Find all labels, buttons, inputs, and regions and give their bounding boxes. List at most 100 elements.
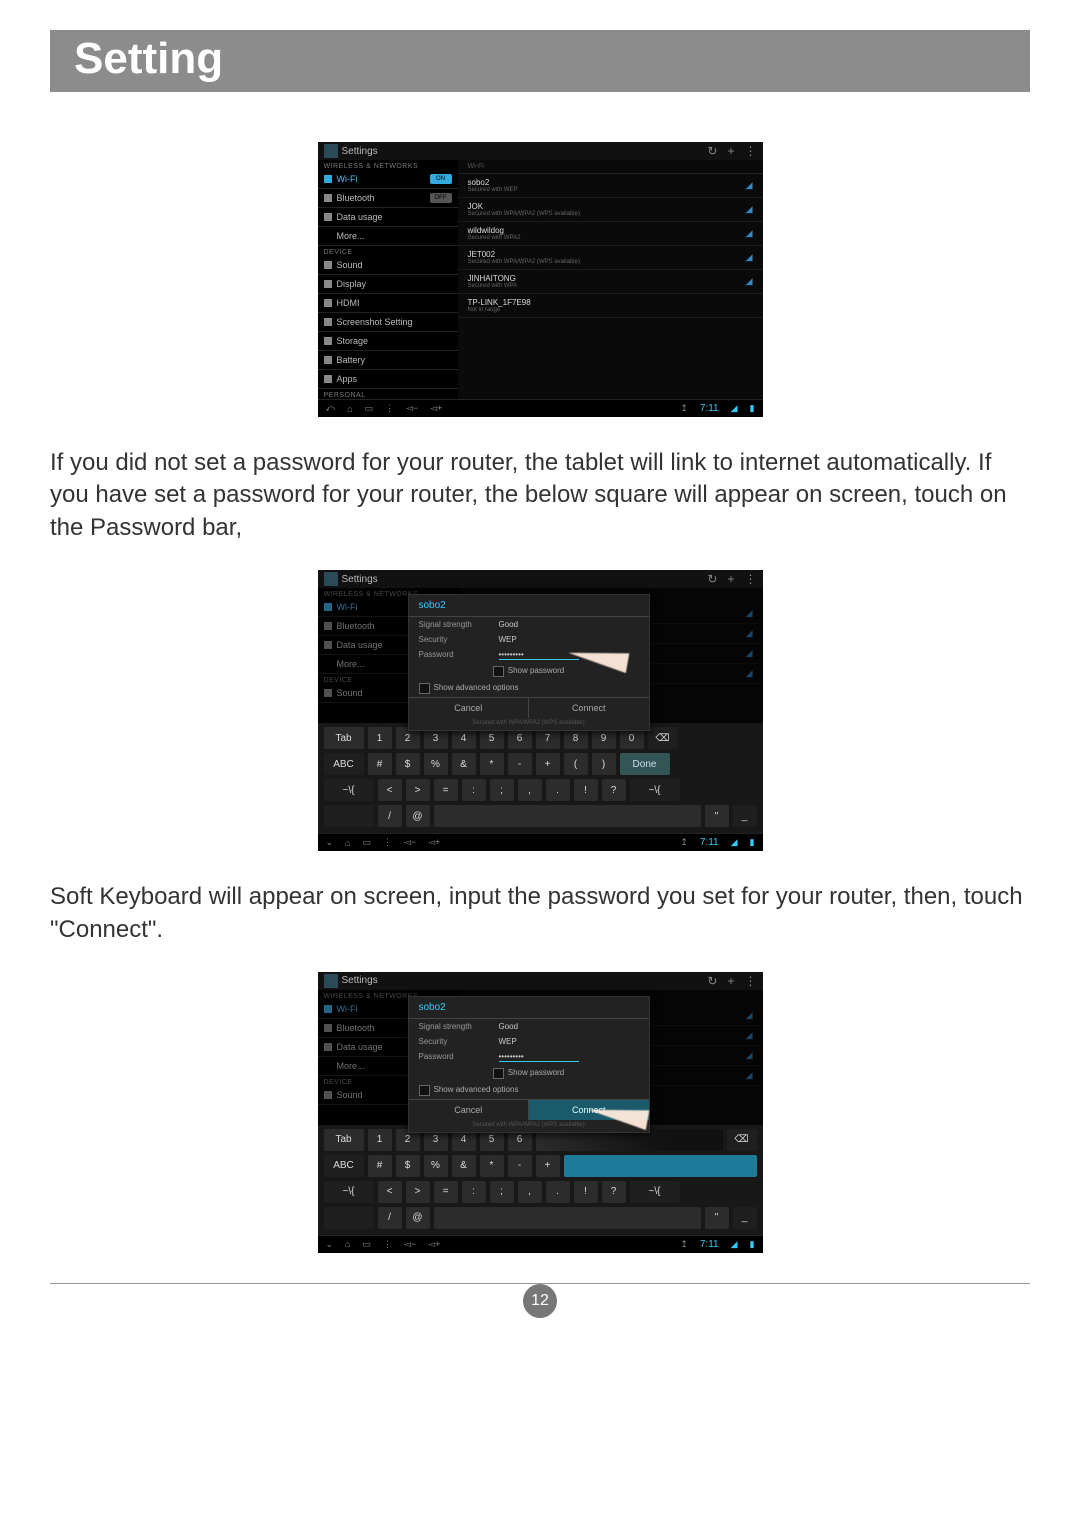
key[interactable]: ) <box>592 753 616 775</box>
key[interactable]: . <box>546 779 570 801</box>
sidebar-item-display[interactable]: Display <box>318 275 458 294</box>
wifi-network-row[interactable]: JOKSecured with WPA/WPA2 (WPS available)… <box>458 198 763 222</box>
key[interactable]: ? <box>602 1181 626 1203</box>
volume-up-icon[interactable]: ◅+ <box>430 403 442 414</box>
wifi-network-row[interactable]: TP-LINK_1F7E98Not in range <box>458 294 763 318</box>
show-advanced-checkbox[interactable] <box>419 1085 430 1096</box>
overflow-menu-icon[interactable]: ⋮ <box>745 974 757 988</box>
key[interactable]: ? <box>602 779 626 801</box>
key[interactable]: / <box>378 1207 402 1229</box>
show-password-checkbox[interactable] <box>493 666 504 677</box>
key-sym[interactable]: ~\{ <box>324 779 374 801</box>
key-abc[interactable]: ABC <box>324 753 364 775</box>
key-sym[interactable]: ~\{ <box>324 1181 374 1203</box>
key[interactable]: : <box>462 779 486 801</box>
sidebar-item-more[interactable]: More... <box>318 227 458 246</box>
key[interactable]: # <box>368 1155 392 1177</box>
connect-button[interactable]: Connect <box>528 698 649 718</box>
recent-apps-icon[interactable]: ▭ <box>365 403 374 414</box>
key[interactable]: $ <box>396 753 420 775</box>
key[interactable]: + <box>536 1155 560 1177</box>
cancel-button[interactable]: Cancel <box>409 698 529 718</box>
key[interactable]: . <box>546 1181 570 1203</box>
key[interactable]: * <box>480 1155 504 1177</box>
refresh-icon[interactable]: ↻ <box>707 974 717 988</box>
volume-up-icon[interactable]: ◅+ <box>428 1239 440 1250</box>
recent-apps-icon[interactable]: ▭ <box>362 837 371 848</box>
key[interactable]: % <box>424 753 448 775</box>
show-password-checkbox[interactable] <box>493 1068 504 1079</box>
sidebar-item-data-usage[interactable]: Data usage <box>318 208 458 227</box>
back-icon[interactable]: ⤺ <box>326 403 336 414</box>
key-long[interactable] <box>564 1155 757 1177</box>
key[interactable]: @ <box>406 805 430 827</box>
key[interactable]: < <box>378 1181 402 1203</box>
key[interactable]: : <box>462 1181 486 1203</box>
key[interactable]: " <box>705 805 729 827</box>
key[interactable]: = <box>434 779 458 801</box>
sidebar-item-sound[interactable]: Sound <box>318 256 458 275</box>
key-backspace[interactable]: ⌫ <box>727 1129 757 1151</box>
refresh-icon[interactable]: ↻ <box>707 572 717 586</box>
key-blank[interactable] <box>324 805 374 827</box>
overflow-menu-icon[interactable]: ⋮ <box>745 572 757 586</box>
volume-down-icon[interactable]: ◅− <box>404 837 416 848</box>
volume-down-icon[interactable]: ◅− <box>404 1239 416 1250</box>
key-blank[interactable] <box>324 1207 374 1229</box>
add-network-icon[interactable]: + <box>727 974 734 988</box>
volume-up-icon[interactable]: ◅+ <box>428 837 440 848</box>
wifi-network-row[interactable]: JINHAITONGSecured with WPA ◢ <box>458 270 763 294</box>
key[interactable]: $ <box>396 1155 420 1177</box>
sidebar-item-storage[interactable]: Storage <box>318 332 458 351</box>
home-icon[interactable]: ⌂ <box>347 404 352 414</box>
key[interactable]: , <box>518 779 542 801</box>
wifi-network-row[interactable]: wildwildogSecured with WPA2 ◢ <box>458 222 763 246</box>
home-icon[interactable]: ⌂ <box>345 1239 350 1249</box>
wifi-network-row[interactable]: JET002Secured with WPA/WPA2 (WPS availab… <box>458 246 763 270</box>
key[interactable]: & <box>452 1155 476 1177</box>
key[interactable]: 1 <box>368 727 392 749</box>
key-space[interactable] <box>434 805 701 827</box>
key[interactable]: + <box>536 753 560 775</box>
sidebar-item-screenshot[interactable]: Screenshot Setting <box>318 313 458 332</box>
sidebar-item-wifi[interactable]: Wi-Fi ON <box>318 170 458 189</box>
key[interactable]: ; <box>490 779 514 801</box>
add-network-icon[interactable]: + <box>727 572 734 586</box>
wifi-network-row[interactable]: sobo2Secured with WEP ◢ <box>458 174 763 198</box>
password-input[interactable]: ••••••••• <box>499 1052 579 1062</box>
key[interactable]: - <box>508 1155 532 1177</box>
sidebar-item-bluetooth[interactable]: Bluetooth OFF <box>318 189 458 208</box>
key[interactable]: ( <box>564 753 588 775</box>
key[interactable]: > <box>406 1181 430 1203</box>
sidebar-item-apps[interactable]: Apps <box>318 370 458 389</box>
key-tab[interactable]: Tab <box>324 727 364 749</box>
key[interactable]: * <box>480 753 504 775</box>
key-sym-right[interactable]: ~\{ <box>630 1181 680 1203</box>
sidebar-item-battery[interactable]: Battery <box>318 351 458 370</box>
sidebar-item-hdmi[interactable]: HDMI <box>318 294 458 313</box>
keyboard-hide-icon[interactable]: ⌄ <box>326 1239 334 1250</box>
bluetooth-toggle[interactable]: OFF <box>430 193 452 203</box>
home-icon[interactable]: ⌂ <box>345 838 350 848</box>
key[interactable]: ; <box>490 1181 514 1203</box>
key[interactable]: < <box>378 779 402 801</box>
add-network-icon[interactable]: + <box>727 144 734 158</box>
overflow-menu-icon[interactable]: ⋮ <box>745 144 757 158</box>
keyboard-hide-icon[interactable]: ⌄ <box>326 837 334 848</box>
key[interactable]: 1 <box>368 1129 392 1151</box>
key[interactable]: _ <box>733 805 757 827</box>
show-advanced-checkbox[interactable] <box>419 683 430 694</box>
key[interactable]: ! <box>574 779 598 801</box>
key[interactable]: = <box>434 1181 458 1203</box>
key[interactable]: @ <box>406 1207 430 1229</box>
volume-down-icon[interactable]: ◅− <box>406 403 418 414</box>
key[interactable]: # <box>368 753 392 775</box>
key-done[interactable]: Done <box>620 753 670 775</box>
key[interactable]: % <box>424 1155 448 1177</box>
refresh-icon[interactable]: ↻ <box>707 144 717 158</box>
key[interactable]: > <box>406 779 430 801</box>
key[interactable]: ! <box>574 1181 598 1203</box>
key-backspace[interactable]: ⌫ <box>648 727 678 749</box>
cancel-button[interactable]: Cancel <box>409 1100 529 1120</box>
key[interactable]: / <box>378 805 402 827</box>
